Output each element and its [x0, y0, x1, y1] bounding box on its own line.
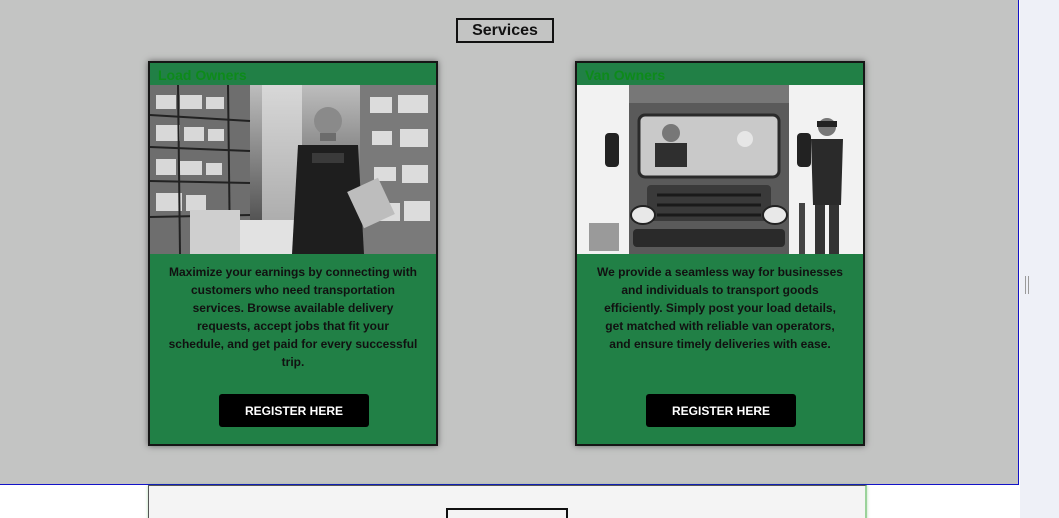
van-owners-card: Van Owners We provide a seamless way for…: [575, 61, 865, 446]
services-title: Services: [456, 18, 554, 43]
card-description-van-owners: We provide a seamless way for businesses…: [597, 265, 843, 351]
warehouse-worker-image: [150, 85, 436, 254]
page: Services Load Owners Maximize your earni…: [0, 0, 1059, 518]
resize-handle-icon[interactable]: [1025, 276, 1029, 294]
next-section-title-box: [446, 508, 568, 518]
side-panel: [1020, 0, 1059, 518]
services-section: Services Load Owners Maximize your earni…: [0, 0, 1019, 485]
card-title-van-owners: Van Owners: [585, 67, 666, 83]
register-button-van-owners[interactable]: REGISTER HERE: [646, 394, 796, 427]
register-button-load-owners[interactable]: REGISTER HERE: [219, 394, 369, 427]
load-owners-card: Load Owners Maximize your earnings by co…: [148, 61, 438, 446]
card-description-load-owners: Maximize your earnings by connecting wit…: [168, 265, 418, 369]
van-drivers-image: [577, 85, 863, 254]
card-title-load-owners: Load Owners: [158, 67, 247, 83]
